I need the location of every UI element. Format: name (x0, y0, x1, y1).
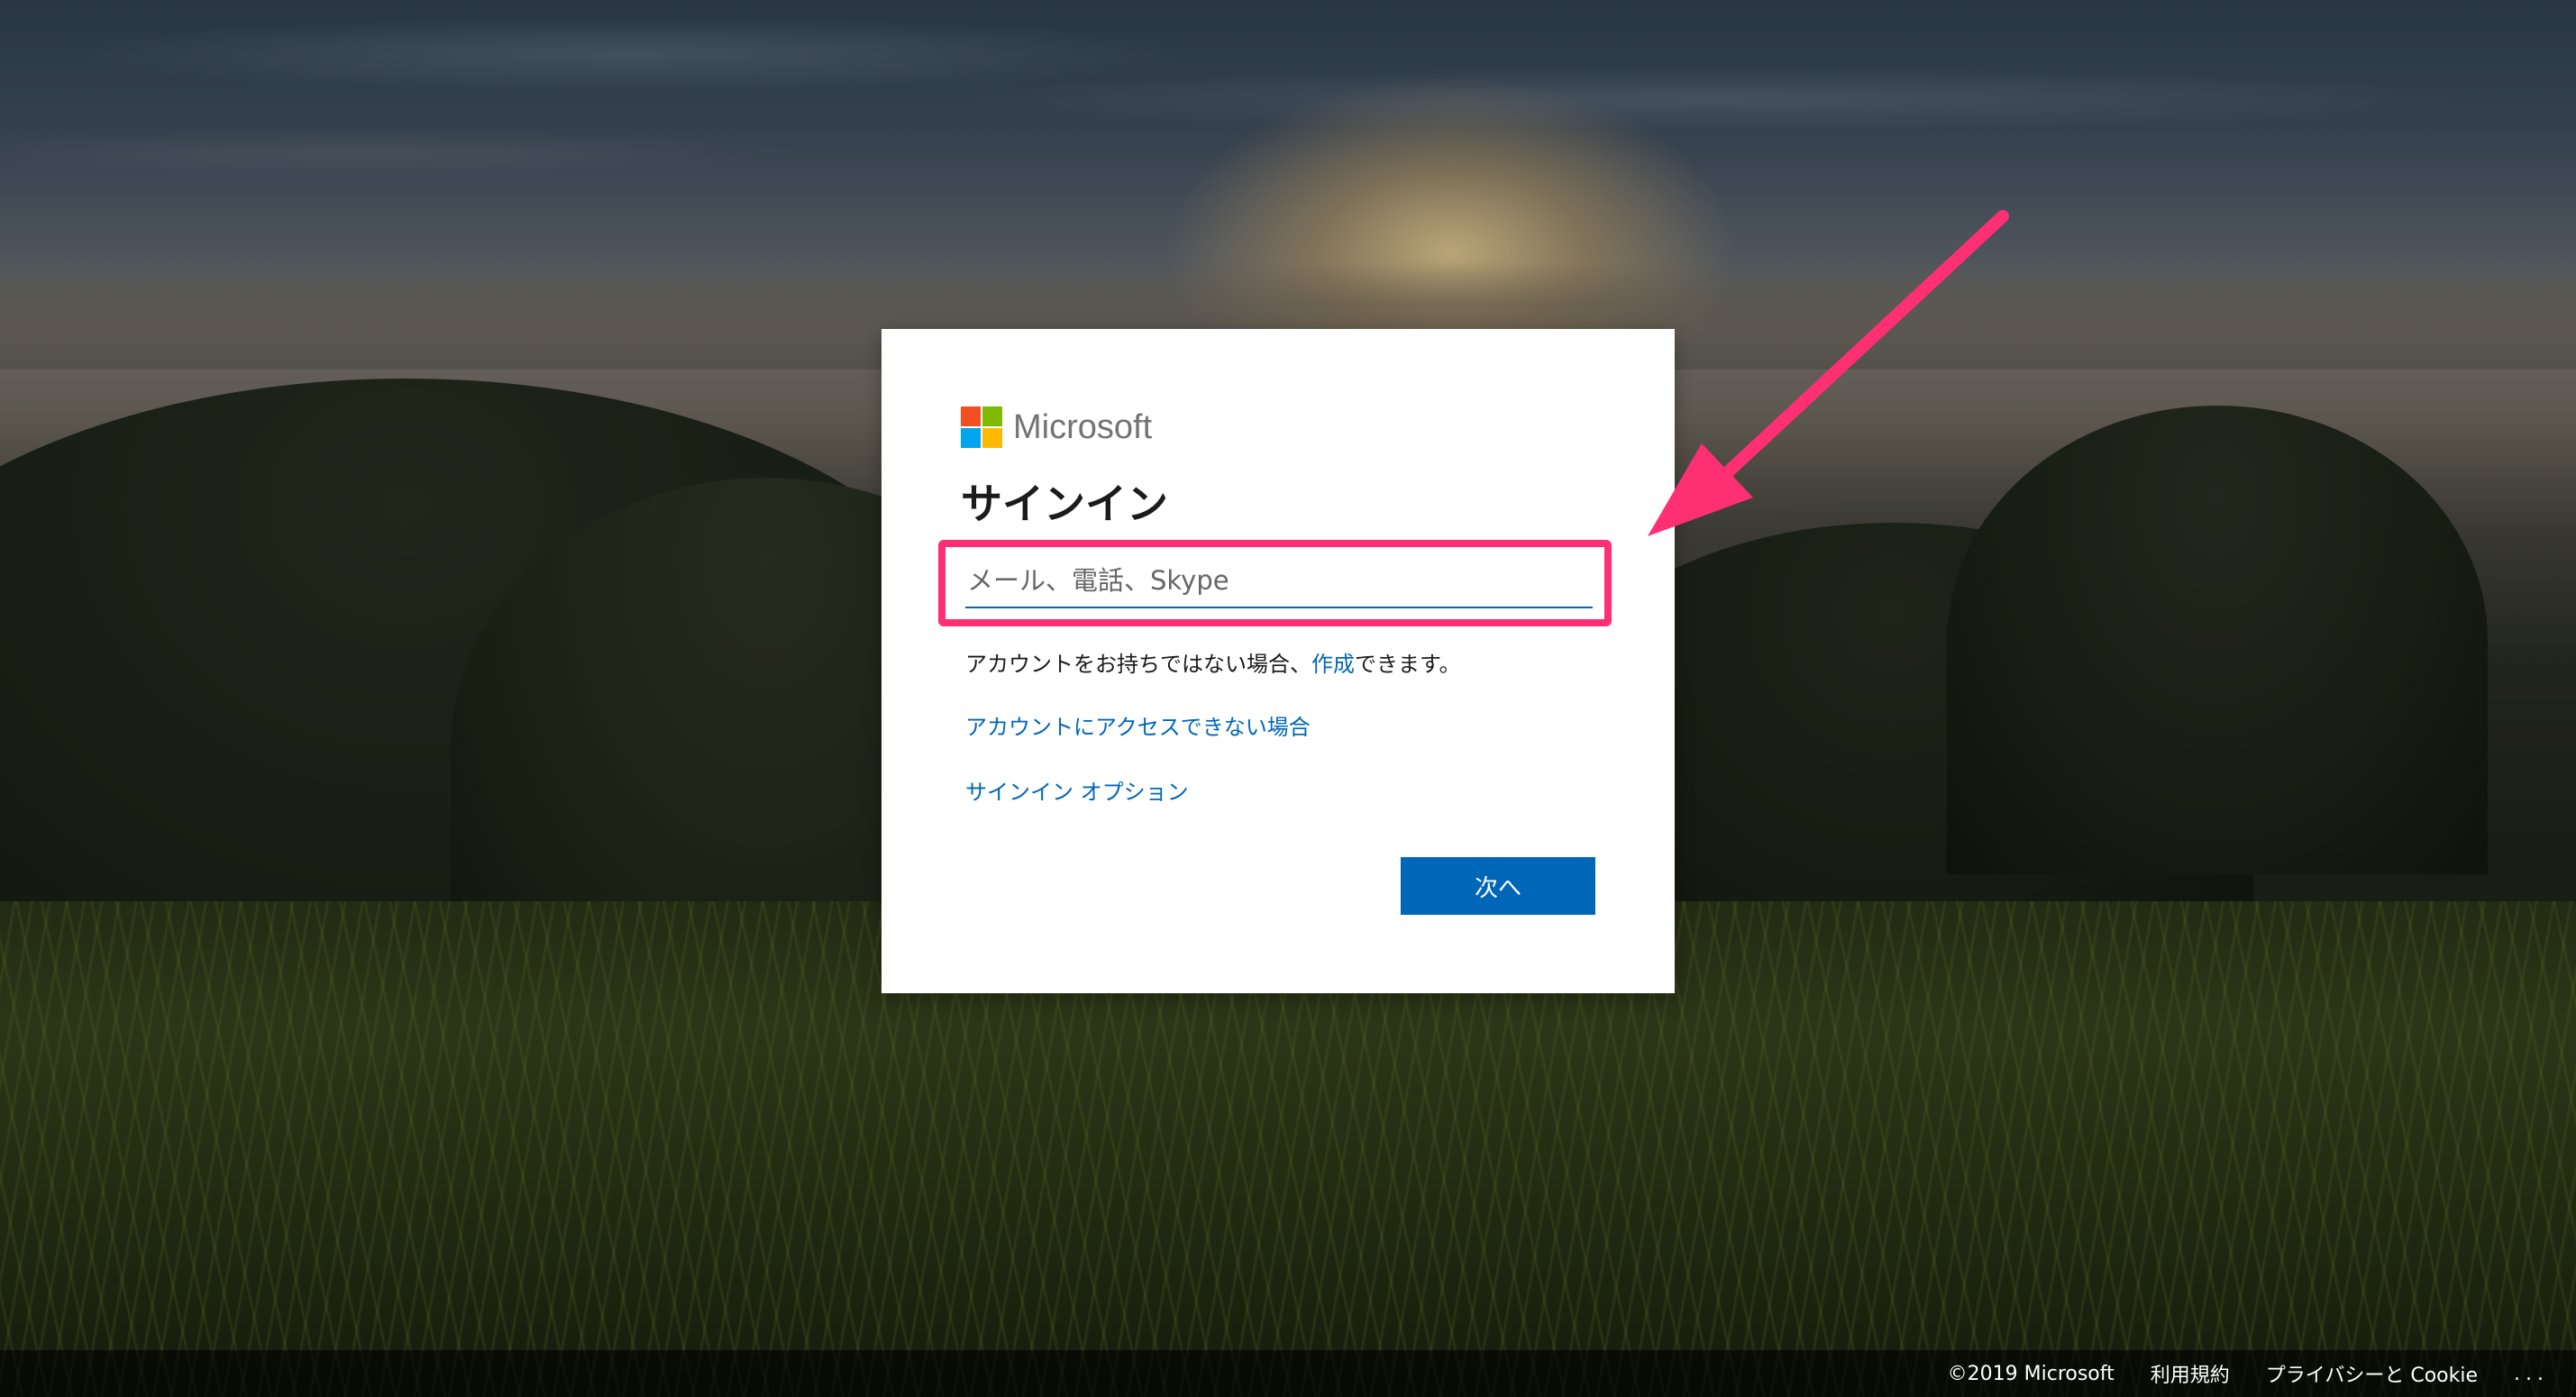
footer-privacy-link[interactable]: プライバシーと Cookie (2266, 1359, 2478, 1388)
signin-card: Microsoft サインイン アカウントをお持ちではない場合、作成できます。 … (882, 329, 1675, 993)
signin-options-link[interactable]: サインイン オプション (965, 774, 1189, 806)
page-root: Microsoft サインイン アカウントをお持ちではない場合、作成できます。 … (0, 0, 2576, 1397)
logo-square-yellow (982, 428, 1002, 448)
email-field[interactable] (965, 554, 1593, 608)
logo-square-blue (961, 428, 981, 448)
next-button[interactable]: 次へ (1401, 857, 1595, 915)
email-field-wrapper (965, 554, 1593, 612)
footer-more-button[interactable]: ... (2514, 1363, 2549, 1385)
cant-access-account-link[interactable]: アカウントにアクセスできない場合 (965, 709, 1311, 741)
no-account-suffix: できます。 (1355, 652, 1461, 677)
create-account-link[interactable]: 作成 (1311, 652, 1355, 677)
microsoft-logo: Microsoft (961, 406, 1152, 448)
logo-text: Microsoft (1013, 407, 1153, 446)
footer-terms-link[interactable]: 利用規約 (2151, 1359, 2230, 1388)
footer-copyright: ©2019 Microsoft (1947, 1362, 2115, 1385)
logo-square-red (961, 406, 981, 426)
no-account-text: アカウントをお持ちではない場合、作成できます。 (965, 646, 1461, 678)
page-title: サインイン (961, 479, 1168, 528)
logo-square-green (982, 406, 1002, 426)
footer: ©2019 Microsoft 利用規約 プライバシーと Cookie ... (0, 1350, 2576, 1397)
no-account-prefix: アカウントをお持ちではない場合、 (965, 652, 1311, 677)
microsoft-logo-icon (961, 406, 1002, 448)
